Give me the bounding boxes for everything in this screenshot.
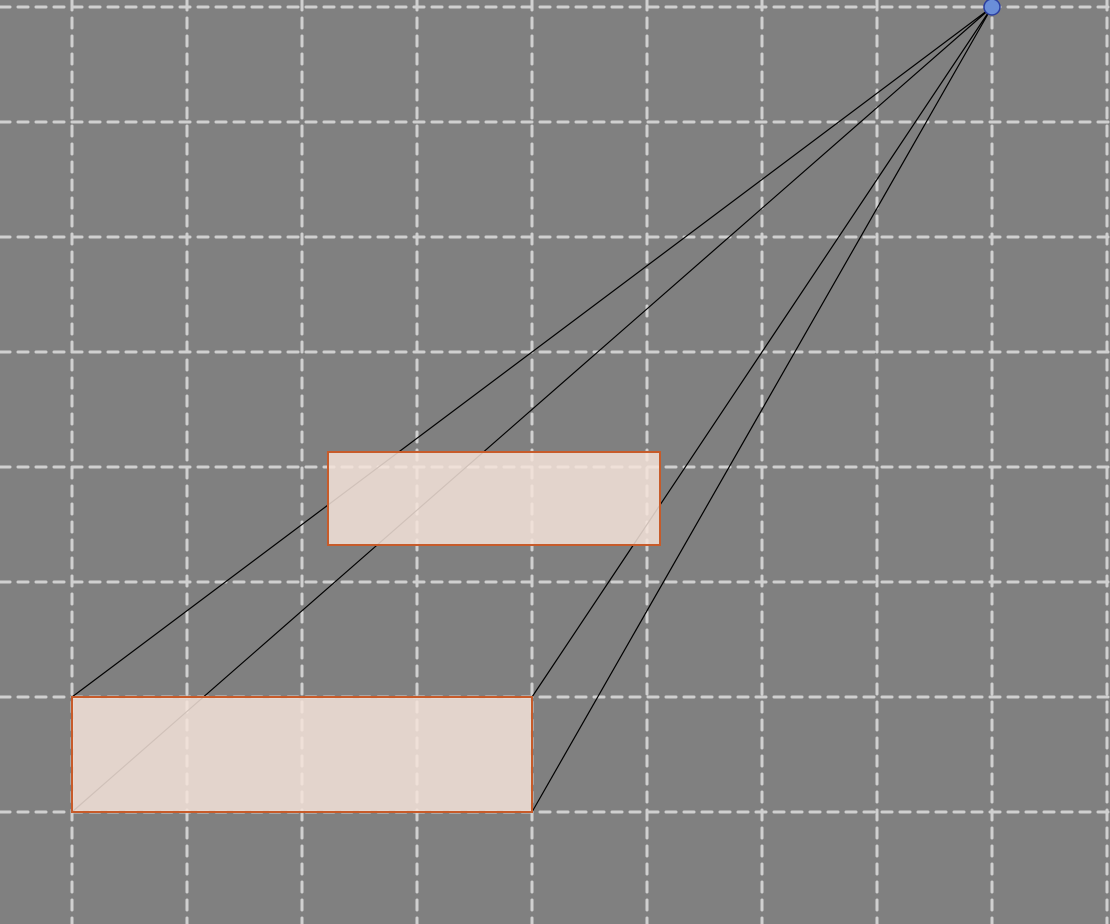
original-rectangle: [72, 697, 532, 812]
center-point-icon[interactable]: [984, 0, 1000, 15]
center-of-dilation[interactable]: [984, 0, 1000, 15]
dilation-diagram: [0, 0, 1110, 924]
image-rectangle: [328, 452, 660, 545]
